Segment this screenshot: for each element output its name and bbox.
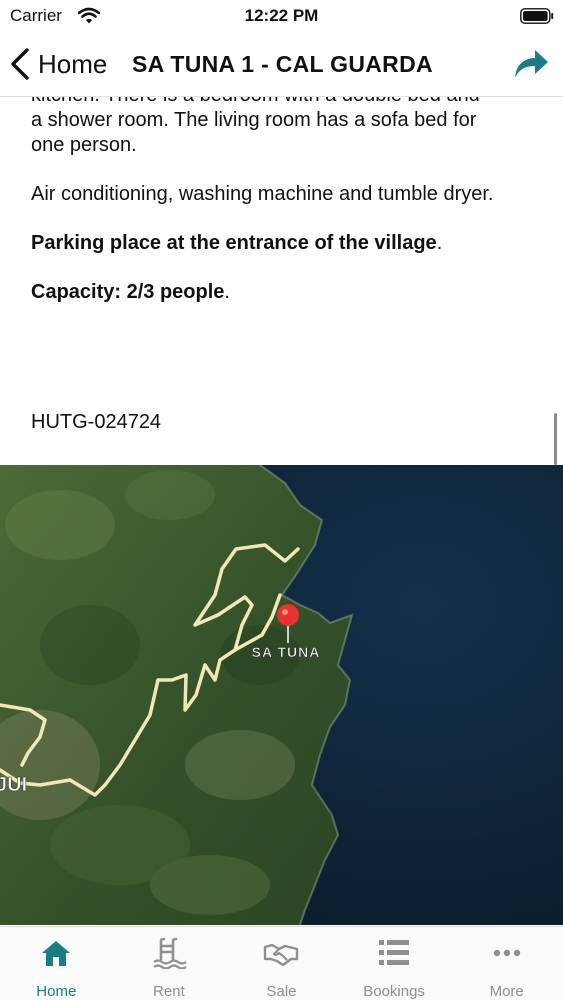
map-place-label-partial: JUI <box>0 774 27 796</box>
scrollbar[interactable] <box>554 413 557 465</box>
pool-icon <box>153 937 187 969</box>
tab-label: More <box>489 983 524 1000</box>
handshake-icon <box>264 943 299 967</box>
navigation-bar: Home SA TUNA 1 - CAL GUARDA <box>0 32 563 97</box>
back-label: Home <box>38 48 108 79</box>
battery-icon <box>520 8 554 24</box>
description-paragraph: kitchen. There is a bedroom with a doubl… <box>31 97 531 158</box>
home-icon <box>42 941 71 966</box>
tab-rent[interactable]: Rent <box>113 927 226 1001</box>
chevron-left-icon <box>11 48 29 80</box>
share-forward-icon[interactable] <box>511 46 551 82</box>
more-icon <box>493 949 520 957</box>
tab-bookings[interactable]: Bookings <box>338 927 451 1001</box>
tab-sale[interactable]: Sale <box>225 927 338 1001</box>
parking-text: Parking place at the entrance of the vil… <box>31 231 531 256</box>
tab-label: Rent <box>153 983 185 1000</box>
clock: 12:22 PM <box>244 6 319 25</box>
map-place-label: SA TUNA <box>252 644 321 660</box>
license-number: HUTG-024724 <box>31 411 162 433</box>
parking-bold: Parking place at the entrance of the vil… <box>31 232 437 254</box>
description-line: a shower room. The living room has a sof… <box>31 109 477 131</box>
capacity-text: Capacity: 2/3 people. <box>31 280 531 305</box>
satellite-map[interactable]: SA TUNA JUI <box>0 465 563 925</box>
tab-bar: Home Rent Sale Bookings More <box>0 926 563 1001</box>
tab-label: Bookings <box>363 983 425 1000</box>
tab-more[interactable]: More <box>450 927 563 1001</box>
content-scroll-area[interactable]: kitchen. There is a bedroom with a doubl… <box>0 97 563 925</box>
description-line: kitchen. There is a bedroom with a doubl… <box>31 97 480 106</box>
description-line: one person. <box>31 134 137 156</box>
map-canvas: SA TUNA JUI <box>0 465 563 925</box>
page-title: SA TUNA 1 - CAL GUARDA <box>132 51 433 77</box>
back-button[interactable]: Home <box>8 46 107 82</box>
capacity-bold: Capacity: 2/3 people <box>31 281 225 303</box>
amenities-text: Air conditioning, washing machine and tu… <box>31 183 494 205</box>
property-description: kitchen. There is a bedroom with a doubl… <box>31 97 531 329</box>
tab-label: Sale <box>266 983 297 1000</box>
parking-end: . <box>436 232 443 254</box>
tab-label: Home <box>36 983 77 1000</box>
capacity-end: . <box>224 281 230 303</box>
list-icon <box>379 940 410 965</box>
status-bar: Carrier 12:22 PM <box>0 0 563 32</box>
tab-home[interactable]: Home <box>0 927 113 1001</box>
